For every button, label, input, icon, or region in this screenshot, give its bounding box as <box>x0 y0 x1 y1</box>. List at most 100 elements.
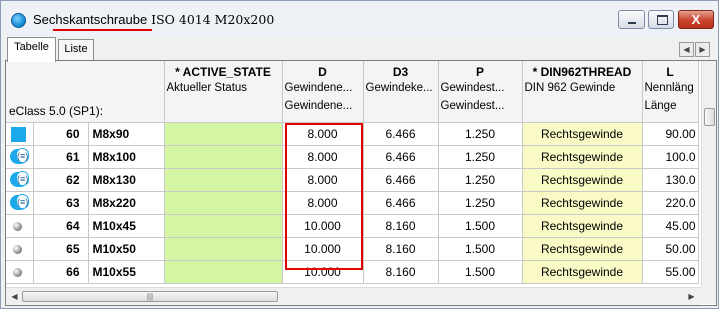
variant-glyph: (≡) <box>16 148 29 163</box>
row-number: 65 <box>33 237 89 261</box>
close-button[interactable]: X <box>678 10 714 29</box>
cell-din962thread[interactable]: Rechtsgewinde <box>522 214 643 238</box>
cell-din962thread[interactable]: Rechtsgewinde <box>522 260 643 284</box>
column-header-l[interactable]: L Nennläng Länge <box>642 61 699 123</box>
tab-tabelle[interactable]: Tabelle <box>7 37 56 62</box>
table-row[interactable]: (≡) 62 M8x130 8.000 6.466 1.250 Rechtsgewinde 1… <box>6 168 699 192</box>
table-row[interactable]: 65 M10x50 10.000 8.160 1.500 Rechtsgewinde 50.… <box>6 237 699 261</box>
row-name: M8x130 <box>88 168 165 192</box>
table-row[interactable]: 64 M10x45 10.000 8.160 1.500 Rechtsgewinde 45.… <box>6 214 699 238</box>
column-header-din962thread[interactable]: * DIN962THREAD DIN 962 Gewinde <box>522 61 643 123</box>
column-code: L <box>666 65 674 79</box>
column-header-d3[interactable]: D3 Gewindeke... <box>363 61 439 123</box>
row-number: 66 <box>33 260 89 284</box>
row-number: 60 <box>33 122 89 146</box>
table-row[interactable]: (≡) 61 M8x100 8.000 6.466 1.250 Rechtsgewinde 1… <box>6 145 699 169</box>
status-icon-cell[interactable] <box>6 260 34 284</box>
horizontal-scroll-thumb[interactable]: ||| <box>22 291 278 302</box>
cell-active-state[interactable] <box>164 237 283 261</box>
cell-active-state[interactable] <box>164 191 283 215</box>
cell-d3[interactable]: 8.160 <box>363 260 439 284</box>
cell-din962thread[interactable]: Rechtsgewinde <box>522 168 643 192</box>
cell-p[interactable]: 1.500 <box>438 260 523 284</box>
status-ball-icon <box>13 268 22 277</box>
status-variant-icon: (≡) <box>10 148 29 164</box>
status-icon-cell[interactable]: (≡) <box>6 191 34 215</box>
column-code: P <box>475 65 484 79</box>
cell-d[interactable]: 8.000 <box>282 122 364 146</box>
status-icon-cell[interactable]: (≡) <box>6 145 34 169</box>
column-code: D3 <box>392 65 409 79</box>
cell-l[interactable]: 220.0 <box>642 191 699 215</box>
cell-l[interactable]: 90.00 <box>642 122 699 146</box>
cell-d3[interactable]: 8.160 <box>363 237 439 261</box>
cell-p[interactable]: 1.250 <box>438 191 523 215</box>
cell-l[interactable]: 50.00 <box>642 237 699 261</box>
cell-d3[interactable]: 6.466 <box>363 191 439 215</box>
cell-d[interactable]: 8.000 <box>282 145 364 169</box>
cell-active-state[interactable] <box>164 145 283 169</box>
cell-din962thread[interactable]: Rechtsgewinde <box>522 191 643 215</box>
eclass-label: eClass 5.0 (SP1): <box>9 104 104 118</box>
column-desc: Gewindest... <box>440 82 505 94</box>
cell-active-state[interactable] <box>164 122 283 146</box>
table-view: eClass 5.0 (SP1): * ACTIVE_STATE Aktuelle… <box>5 60 717 306</box>
status-square-icon <box>11 127 26 142</box>
cell-p[interactable]: 1.250 <box>438 168 523 192</box>
title-bar: Sechskantschraube ISO 4014 M20x200 X <box>1 1 718 37</box>
tab-scroll-left-button[interactable]: ◀ <box>679 42 694 57</box>
cell-l[interactable]: 55.00 <box>642 260 699 284</box>
column-desc: Gewindeke... <box>365 82 433 94</box>
scroll-left-arrow-icon[interactable]: ◀ <box>7 290 22 303</box>
row-number: 64 <box>33 214 89 238</box>
cell-d3[interactable]: 6.466 <box>363 122 439 146</box>
column-header-p[interactable]: P Gewindest... Gewindest... <box>438 61 523 123</box>
column-code: D <box>318 65 327 79</box>
column-header-d[interactable]: D Gewindene... Gewindene... <box>282 61 364 123</box>
column-desc-2: Gewindene... <box>284 100 353 112</box>
cell-d[interactable]: 8.000 <box>282 168 364 192</box>
cell-l[interactable]: 130.0 <box>642 168 699 192</box>
tab-scroll-right-button[interactable]: ▶ <box>695 42 710 57</box>
status-icon-cell[interactable] <box>6 237 34 261</box>
row-number: 63 <box>33 191 89 215</box>
cell-din962thread[interactable]: Rechtsgewinde <box>522 237 643 261</box>
column-header-active-state[interactable]: * ACTIVE_STATE Aktueller Status <box>164 61 283 123</box>
cell-active-state[interactable] <box>164 260 283 284</box>
cell-d3[interactable]: 6.466 <box>363 168 439 192</box>
table-row[interactable]: 60 M8x90 8.000 6.466 1.250 Rechtsgewinde 90.00 <box>6 122 699 146</box>
cell-l[interactable]: 45.00 <box>642 214 699 238</box>
cell-din962thread[interactable]: Rechtsgewinde <box>522 122 643 146</box>
variant-glyph: (≡) <box>16 171 29 186</box>
maximize-button[interactable] <box>648 10 674 29</box>
status-icon-cell[interactable]: (≡) <box>6 168 34 192</box>
vertical-scrollbar[interactable] <box>701 61 716 287</box>
cell-d3[interactable]: 6.466 <box>363 145 439 169</box>
cell-d3[interactable]: 8.160 <box>363 214 439 238</box>
column-desc-2: Länge <box>644 100 677 112</box>
table-row[interactable]: 66 M10x55 10.000 8.160 1.500 Rechtsgewinde 55.… <box>6 260 699 284</box>
minimize-button[interactable] <box>618 10 645 29</box>
cell-p[interactable]: 1.500 <box>438 237 523 261</box>
column-code: * ACTIVE_STATE <box>175 65 271 79</box>
cell-d[interactable]: 8.000 <box>282 191 364 215</box>
status-icon-cell[interactable] <box>6 214 34 238</box>
cell-p[interactable]: 1.250 <box>438 122 523 146</box>
cell-active-state[interactable] <box>164 214 283 238</box>
minimize-icon <box>628 22 636 24</box>
cell-l[interactable]: 100.0 <box>642 145 699 169</box>
cell-d[interactable]: 10.000 <box>282 260 364 284</box>
horizontal-scrollbar[interactable]: ◀ ||| ▶ <box>6 287 701 305</box>
table-row[interactable]: (≡) 63 M8x220 8.000 6.466 1.250 Rechtsgewinde 2… <box>6 191 699 215</box>
cell-p[interactable]: 1.500 <box>438 214 523 238</box>
cell-p[interactable]: 1.250 <box>438 145 523 169</box>
cell-d[interactable]: 10.000 <box>282 237 364 261</box>
cell-active-state[interactable] <box>164 168 283 192</box>
cell-din962thread[interactable]: Rechtsgewinde <box>522 145 643 169</box>
tab-liste[interactable]: Liste <box>58 39 94 60</box>
scroll-right-arrow-icon[interactable]: ▶ <box>684 290 699 303</box>
variant-glyph: (≡) <box>16 194 29 209</box>
status-icon-cell[interactable] <box>6 122 34 146</box>
cell-d[interactable]: 10.000 <box>282 214 364 238</box>
vertical-scroll-thumb[interactable] <box>704 108 715 126</box>
